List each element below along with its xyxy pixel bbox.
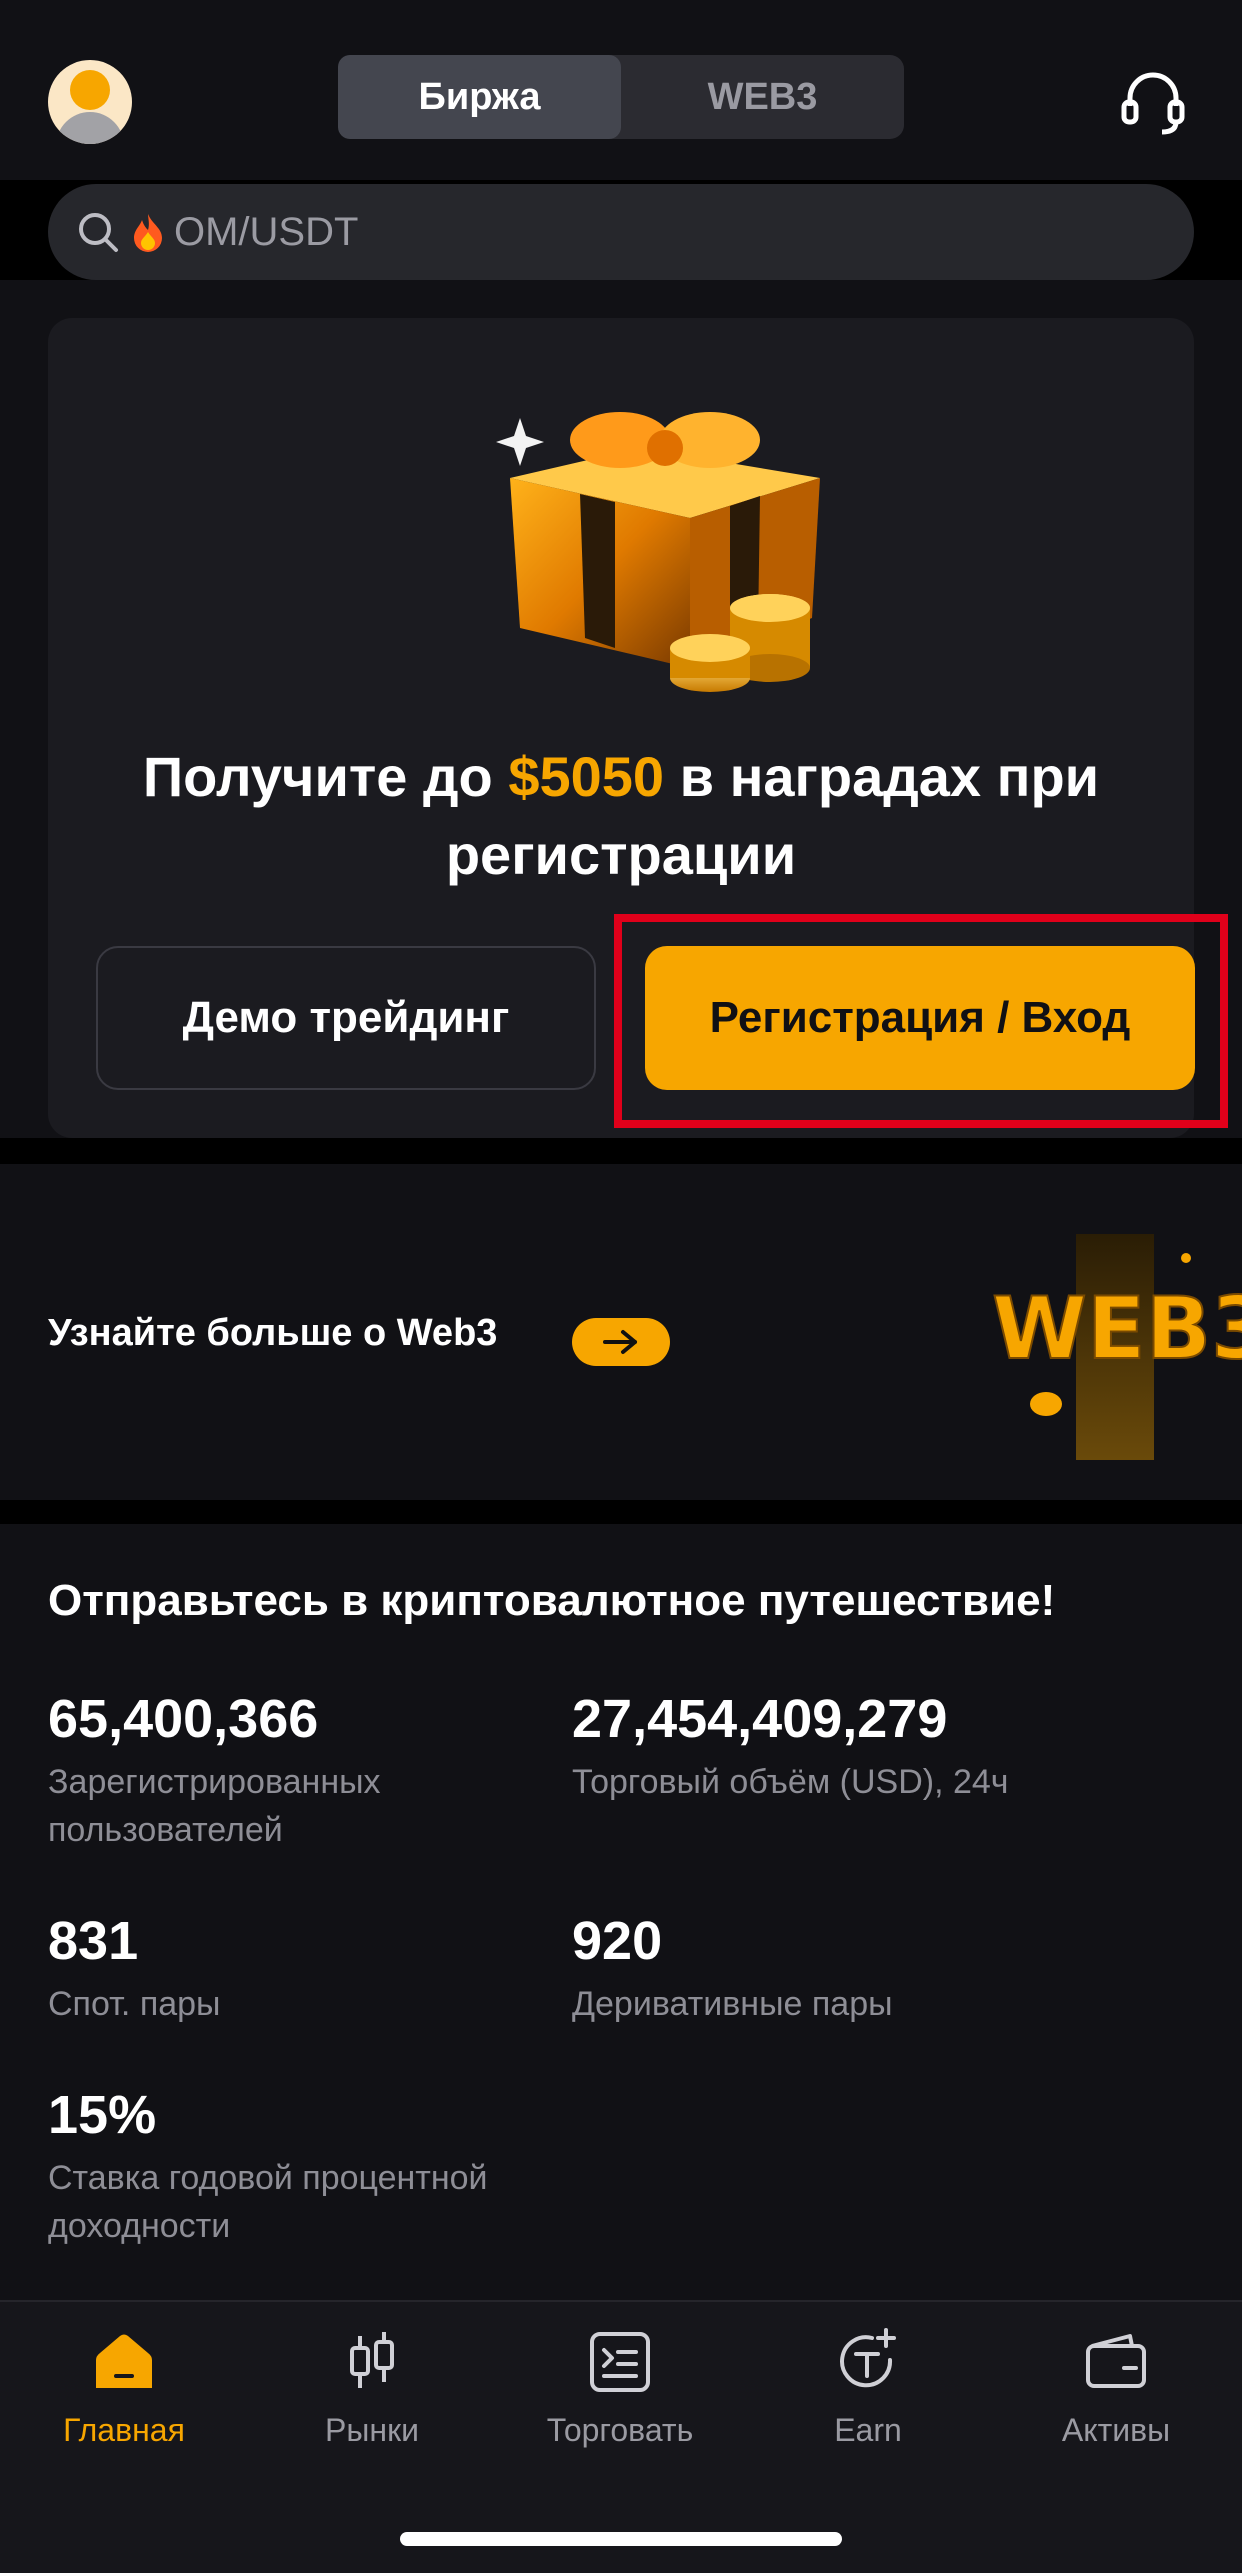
stat-registered-users: 65,400,366 Зарегистрированных пользовате… [48, 1686, 568, 1854]
stats-title: Отправьтесь в криптовалютное путешествие… [48, 1576, 1056, 1625]
app-screen: Биржа WEB3 OM/USDT Получите до $5050 в н… [0, 0, 1242, 2573]
top-header: Биржа WEB3 [0, 0, 1242, 180]
stat-trading-volume: 27,454,409,279 Торговый объём (USD), 24ч [572, 1686, 1092, 1806]
tab-label: Earn [834, 2412, 902, 2448]
home-icon [96, 2334, 152, 2388]
avatar[interactable] [48, 60, 132, 144]
avatar-body [56, 112, 124, 144]
stat-apr: 15% Ставка годовой процентной доходности [48, 2082, 568, 2250]
stat-derivative-pairs: 920 Деривативные пары [572, 1908, 1092, 2028]
web3-banner[interactable]: Узнайте больше о Web3 WEB3 [0, 1164, 1242, 1500]
promo-title: Получите до $5050 в наградах при регистр… [88, 738, 1154, 894]
earn-icon [840, 2328, 896, 2388]
register-login-button[interactable]: Регистрация / Вход [645, 946, 1195, 1090]
promo-title-prefix: Получите до [142, 745, 509, 808]
headset-icon[interactable] [1118, 68, 1188, 138]
web3-arrow-button[interactable] [572, 1318, 670, 1366]
fire-icon [134, 214, 162, 252]
mode-switch: Биржа WEB3 [338, 55, 904, 139]
search-icon [79, 213, 118, 252]
stats-section: Отправьтесь в криптовалютное путешествие… [0, 1524, 1242, 2300]
tab-label: Активы [1061, 2412, 1171, 2448]
stat-spot-pairs: 831 Спот. пары [48, 1908, 568, 2028]
stat-label: Спот. пары [48, 1985, 221, 2023]
tab-assets[interactable]: Активы [992, 2326, 1240, 2476]
tab-web3[interactable]: WEB3 [621, 55, 904, 139]
stat-value: 920 [572, 1911, 663, 1971]
stat-value: 65,400,366 [48, 1689, 319, 1749]
gift-box-image [496, 412, 820, 692]
stat-label: Деривативные пары [572, 1985, 893, 2023]
tab-markets[interactable]: Рынки [248, 2326, 496, 2476]
web3-logo-art: WEB3 [991, 1234, 1242, 1460]
stat-label: Торговый объём (USD), 24ч [572, 1763, 1009, 1801]
search-placeholder: OM/USDT [174, 209, 359, 254]
tab-label: Главная [63, 2412, 185, 2448]
tab-label: Рынки [325, 2412, 419, 2448]
tab-label: Торговать [546, 2412, 694, 2448]
web3-banner-text: Узнайте больше о Web3 [48, 1312, 498, 1354]
tab-trade[interactable]: Торговать [496, 2326, 744, 2476]
avatar-head [70, 70, 110, 110]
promo-amount: $5050 [508, 745, 665, 808]
home-indicator[interactable] [400, 2532, 842, 2546]
arrow-right-icon [603, 1330, 637, 1354]
stat-label: Ставка годовой процентной доходности [48, 2159, 488, 2245]
demo-trading-button[interactable]: Демо трейдинг [96, 946, 596, 1090]
svg-text:WEB3: WEB3 [992, 1279, 1242, 1379]
trade-icon [590, 2332, 650, 2392]
wallet-icon [1086, 2334, 1146, 2388]
candlestick-icon [350, 2332, 394, 2388]
stat-value: 15% [48, 2085, 157, 2145]
stat-value: 831 [48, 1911, 139, 1971]
stat-label: Зарегистрированных пользователей [48, 1763, 381, 1849]
promo-card: Получите до $5050 в наградах при регистр… [48, 318, 1228, 1138]
tab-earn[interactable]: Earn [744, 2326, 992, 2476]
search-bar[interactable]: OM/USDT [48, 184, 1194, 280]
tab-exchange[interactable]: Биржа [338, 55, 621, 139]
stat-value: 27,454,409,279 [572, 1689, 948, 1749]
tab-home[interactable]: Главная [0, 2326, 248, 2476]
